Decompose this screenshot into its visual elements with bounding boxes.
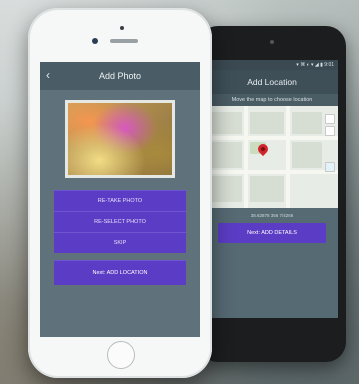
map-road: [286, 106, 290, 208]
map-block: [250, 112, 284, 134]
my-location-button[interactable]: [325, 162, 335, 172]
map-block: [212, 176, 242, 202]
iphone-screen: ‹ Add Photo RE-TAKE PHOTO RE-SELECT PHOT…: [40, 62, 200, 337]
iphone: ‹ Add Photo RE-TAKE PHOTO RE-SELECT PHOT…: [28, 8, 212, 378]
map-block: [212, 112, 242, 134]
iphone-sensor: [120, 26, 124, 30]
coordinates-text: 38.62878 356 7/4266: [250, 213, 294, 218]
zoom-in-button[interactable]: [325, 114, 335, 124]
android-phone: ▾ ⌘ ◐ ▾ ◢ ▮ 9:01 Add Location Move the m…: [198, 26, 346, 362]
map-block: [292, 142, 322, 168]
photo-preview: [65, 100, 175, 178]
map-hint: Move the map to choose location: [206, 94, 338, 106]
map-view[interactable]: [206, 106, 338, 208]
map-road: [244, 106, 248, 208]
map-block: [250, 176, 284, 202]
android-screen: ▾ ⌘ ◐ ▾ ◢ ▮ 9:01 Add Location Move the m…: [206, 60, 338, 318]
iphone-front-camera: [92, 38, 98, 44]
map-hint-text: Move the map to choose location: [231, 97, 313, 103]
skip-button[interactable]: SKIP: [54, 232, 186, 253]
reselect-photo-button[interactable]: RE-SELECT PHOTO: [54, 211, 186, 232]
page-title: Add Photo: [98, 71, 142, 81]
zoom-out-button[interactable]: [325, 126, 335, 136]
map-road: [206, 136, 338, 140]
app-bar: ‹ Add Photo: [40, 62, 200, 90]
iphone-earpiece: [110, 39, 138, 43]
android-camera: [270, 40, 274, 44]
add-details-button[interactable]: Next: ADD DETAILS: [218, 223, 326, 243]
home-button-icon[interactable]: [107, 341, 135, 369]
page-title: Add Location: [247, 77, 297, 87]
retake-photo-button[interactable]: RE-TAKE PHOTO: [54, 190, 186, 211]
map-block: [292, 112, 322, 134]
status-bar: ▾ ⌘ ◐ ▾ ◢ ▮ 9:01: [206, 60, 338, 70]
map-block: [212, 142, 242, 168]
app-bar: Add Location: [206, 70, 338, 94]
chevron-left-icon[interactable]: ‹: [46, 69, 50, 81]
add-location-button[interactable]: Next: ADD LOCATION: [54, 260, 186, 285]
map-road: [206, 170, 338, 174]
